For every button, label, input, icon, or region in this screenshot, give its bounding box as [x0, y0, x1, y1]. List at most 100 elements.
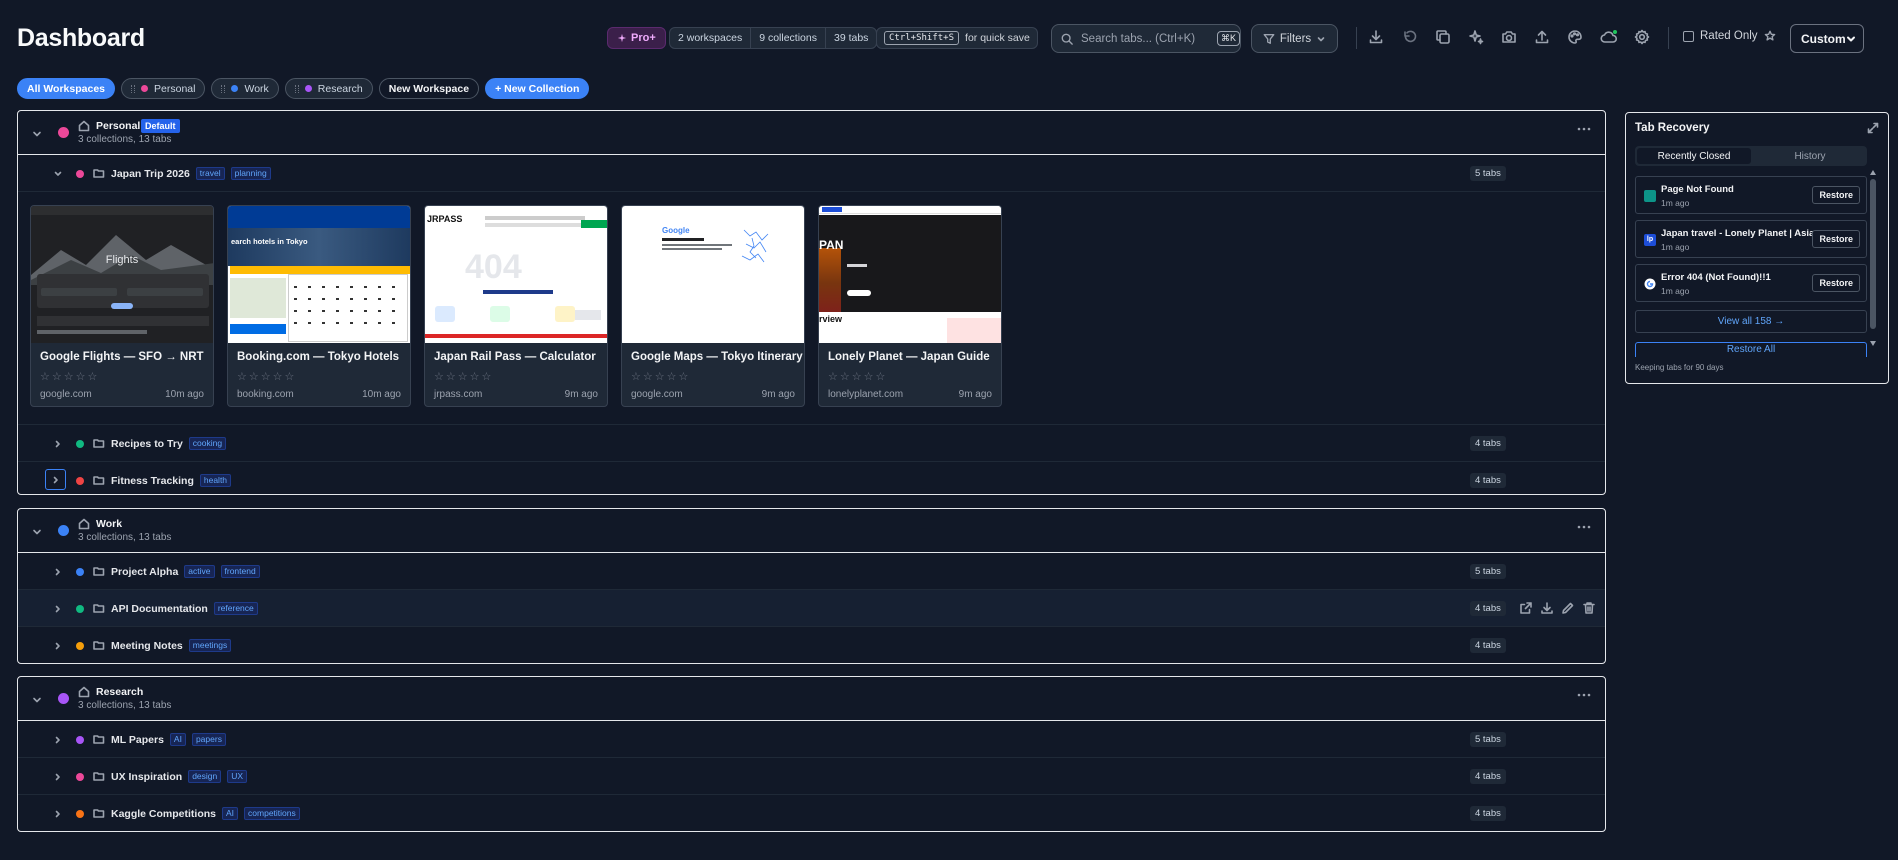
search-input[interactable] — [1081, 32, 1209, 45]
tag: UX — [227, 770, 248, 783]
edit-icon[interactable] — [1561, 601, 1575, 615]
quick-save-hint: Ctrl+Shift+S for quick save — [876, 27, 1038, 49]
tag: competitions — [244, 807, 300, 820]
rating-stars[interactable]: ☆☆☆☆☆ — [434, 370, 493, 383]
lonely-planet-icon: lp — [1644, 234, 1656, 246]
folder-icon — [93, 770, 105, 782]
expand-icon[interactable] — [1867, 122, 1879, 134]
restore-button[interactable]: Restore — [1812, 230, 1860, 248]
collection-name: Recipes to Try — [111, 437, 183, 450]
workspace-header[interactable]: Research 3 collections, 13 tabs — [18, 677, 1605, 721]
chevron-right-icon[interactable] — [53, 439, 63, 449]
chevron-right-icon[interactable] — [53, 604, 63, 614]
pill-all-workspaces[interactable]: All Workspaces — [17, 78, 116, 99]
download-icon[interactable] — [1368, 29, 1384, 45]
pill-personal[interactable]: Personal — [121, 78, 206, 99]
collection-title: Japan Trip 2026 travel planning — [111, 167, 271, 180]
chevron-right-icon[interactable] — [53, 735, 63, 745]
closed-tab-name: Japan travel - Lonely Planet | Asia — [1661, 228, 1815, 239]
workspace-color-dot — [58, 127, 69, 138]
tab-recently-closed[interactable]: Recently Closed — [1637, 148, 1751, 164]
rating-stars[interactable]: ☆☆☆☆☆ — [237, 370, 296, 383]
view-all-link[interactable]: View all 158 → — [1635, 310, 1867, 333]
collection-row[interactable]: ML Papers AI papers 5 tabs — [18, 721, 1605, 758]
open-external-icon[interactable] — [1519, 601, 1533, 615]
recovery-scrollbar[interactable] — [1869, 169, 1877, 347]
pill-work[interactable]: Work — [211, 78, 279, 99]
chevron-right-icon[interactable] — [53, 641, 63, 651]
rating-stars[interactable]: ☆☆☆☆☆ — [40, 370, 99, 383]
chevron-down-icon[interactable] — [31, 526, 43, 538]
more-options-icon[interactable] — [1577, 525, 1591, 529]
tab-card[interactable]: Flights Google Flights — SFO → NRT ☆☆☆☆☆… — [30, 205, 214, 407]
closed-tab-item[interactable]: Page Not Found 1m ago Restore — [1635, 176, 1867, 214]
drag-handle-icon[interactable] — [221, 84, 226, 93]
tab-card[interactable]: earch hotels in Tokyo Booking.com — Toky… — [227, 205, 411, 407]
new-workspace-button[interactable]: New Workspace — [378, 78, 480, 99]
tab-card[interactable]: Google Google Maps — Tokyo Itinerary ☆☆☆… — [621, 205, 805, 407]
collection-name: Meeting Notes — [111, 639, 183, 652]
chevron-right-icon[interactable] — [53, 772, 63, 782]
more-options-icon[interactable] — [1577, 127, 1591, 131]
restore-all-button[interactable]: Restore All — [1635, 342, 1867, 357]
card-domain: google.com — [631, 389, 683, 400]
tab-recovery-panel: Tab Recovery Recently Closed History Pag… — [1625, 112, 1889, 384]
camera-icon[interactable] — [1501, 29, 1517, 45]
collection-row[interactable]: Meeting Notes meetings 4 tabs — [18, 627, 1605, 663]
collection-row[interactable]: Project Alpha active frontend 5 tabs — [18, 553, 1605, 590]
settings-icon[interactable] — [1634, 29, 1650, 45]
workspace-header[interactable]: Personal Default 3 collections, 13 tabs — [18, 111, 1605, 155]
card-domain: lonelyplanet.com — [828, 389, 904, 400]
chevron-down-icon[interactable] — [31, 128, 43, 140]
copy-icon[interactable] — [1435, 29, 1451, 45]
tag: planning — [230, 167, 271, 180]
tab-card[interactable]: PAN rview Lonely Planet — Japan Guide ☆☆… — [818, 205, 1002, 407]
tab-thumbnail: PAN rview — [819, 206, 1001, 343]
collection-row[interactable]: Recipes to Try cooking 4 tabs — [18, 425, 1605, 462]
sparkles-icon[interactable] — [1468, 29, 1484, 45]
drag-handle-icon[interactable] — [131, 84, 136, 93]
filters-button[interactable]: Filters — [1251, 24, 1338, 53]
trash-icon[interactable] — [1582, 601, 1596, 615]
chevron-right-icon[interactable] — [53, 567, 63, 577]
upload-icon[interactable] — [1534, 29, 1550, 45]
home-icon — [78, 518, 90, 530]
undo-icon[interactable] — [1402, 29, 1418, 45]
collection-row-hovered[interactable]: API Documentation reference 4 tabs — [18, 590, 1605, 627]
closed-tab-item[interactable]: Error 404 (Not Found)!!1 1m ago Restore — [1635, 264, 1867, 302]
download-icon[interactable] — [1540, 601, 1554, 615]
closed-tab-item[interactable]: lp Japan travel - Lonely Planet | Asia 1… — [1635, 220, 1867, 258]
workspace-header[interactable]: Work 3 collections, 13 tabs — [18, 509, 1605, 553]
drag-handle-icon[interactable] — [294, 84, 299, 93]
pro-badge[interactable]: Pro+ — [607, 27, 666, 49]
palette-icon[interactable] — [1567, 29, 1583, 45]
collection-row[interactable]: Kaggle Competitions AI competitions 4 ta… — [18, 795, 1605, 831]
filter-icon — [1263, 33, 1275, 45]
chevron-right-icon[interactable] — [53, 809, 63, 819]
restore-button[interactable]: Restore — [1812, 274, 1860, 292]
cloud-icon[interactable] — [1600, 29, 1618, 45]
chevron-down-icon[interactable] — [53, 169, 63, 179]
rating-stars[interactable]: ☆☆☆☆☆ — [828, 370, 887, 383]
chevron-down-icon[interactable] — [31, 694, 43, 706]
new-collection-button[interactable]: + New Collection — [485, 78, 590, 99]
tag[interactable]: travel — [195, 167, 225, 180]
rating-stars[interactable]: ☆☆☆☆☆ — [631, 370, 690, 383]
restore-button[interactable]: Restore — [1812, 186, 1860, 204]
row-actions — [1519, 601, 1596, 615]
view-select-value: Custom — [1801, 31, 1846, 46]
collection-row[interactable]: UX Inspiration design UX 4 tabs — [18, 758, 1605, 795]
collection-row[interactable]: Fitness Tracking health 4 tabs — [18, 462, 1605, 494]
rated-only-checkbox[interactable] — [1683, 30, 1694, 42]
search-box[interactable]: ⌘K — [1051, 24, 1241, 53]
tab-history[interactable]: History — [1753, 146, 1867, 166]
collection-row[interactable]: Japan Trip 2026 travel planning 5 tabs — [18, 155, 1605, 192]
rated-only-toggle[interactable]: Rated Only — [1683, 30, 1776, 42]
more-options-icon[interactable] — [1577, 693, 1591, 697]
view-select[interactable]: Custom — [1790, 24, 1864, 53]
chevron-right-icon[interactable] — [45, 469, 66, 490]
tab-card[interactable]: JRPASS 404 Japan Rail Pass — Calculator … — [424, 205, 608, 407]
pill-research[interactable]: Research — [284, 78, 373, 99]
default-badge: Default — [141, 119, 180, 133]
folder-open-icon — [93, 167, 105, 179]
